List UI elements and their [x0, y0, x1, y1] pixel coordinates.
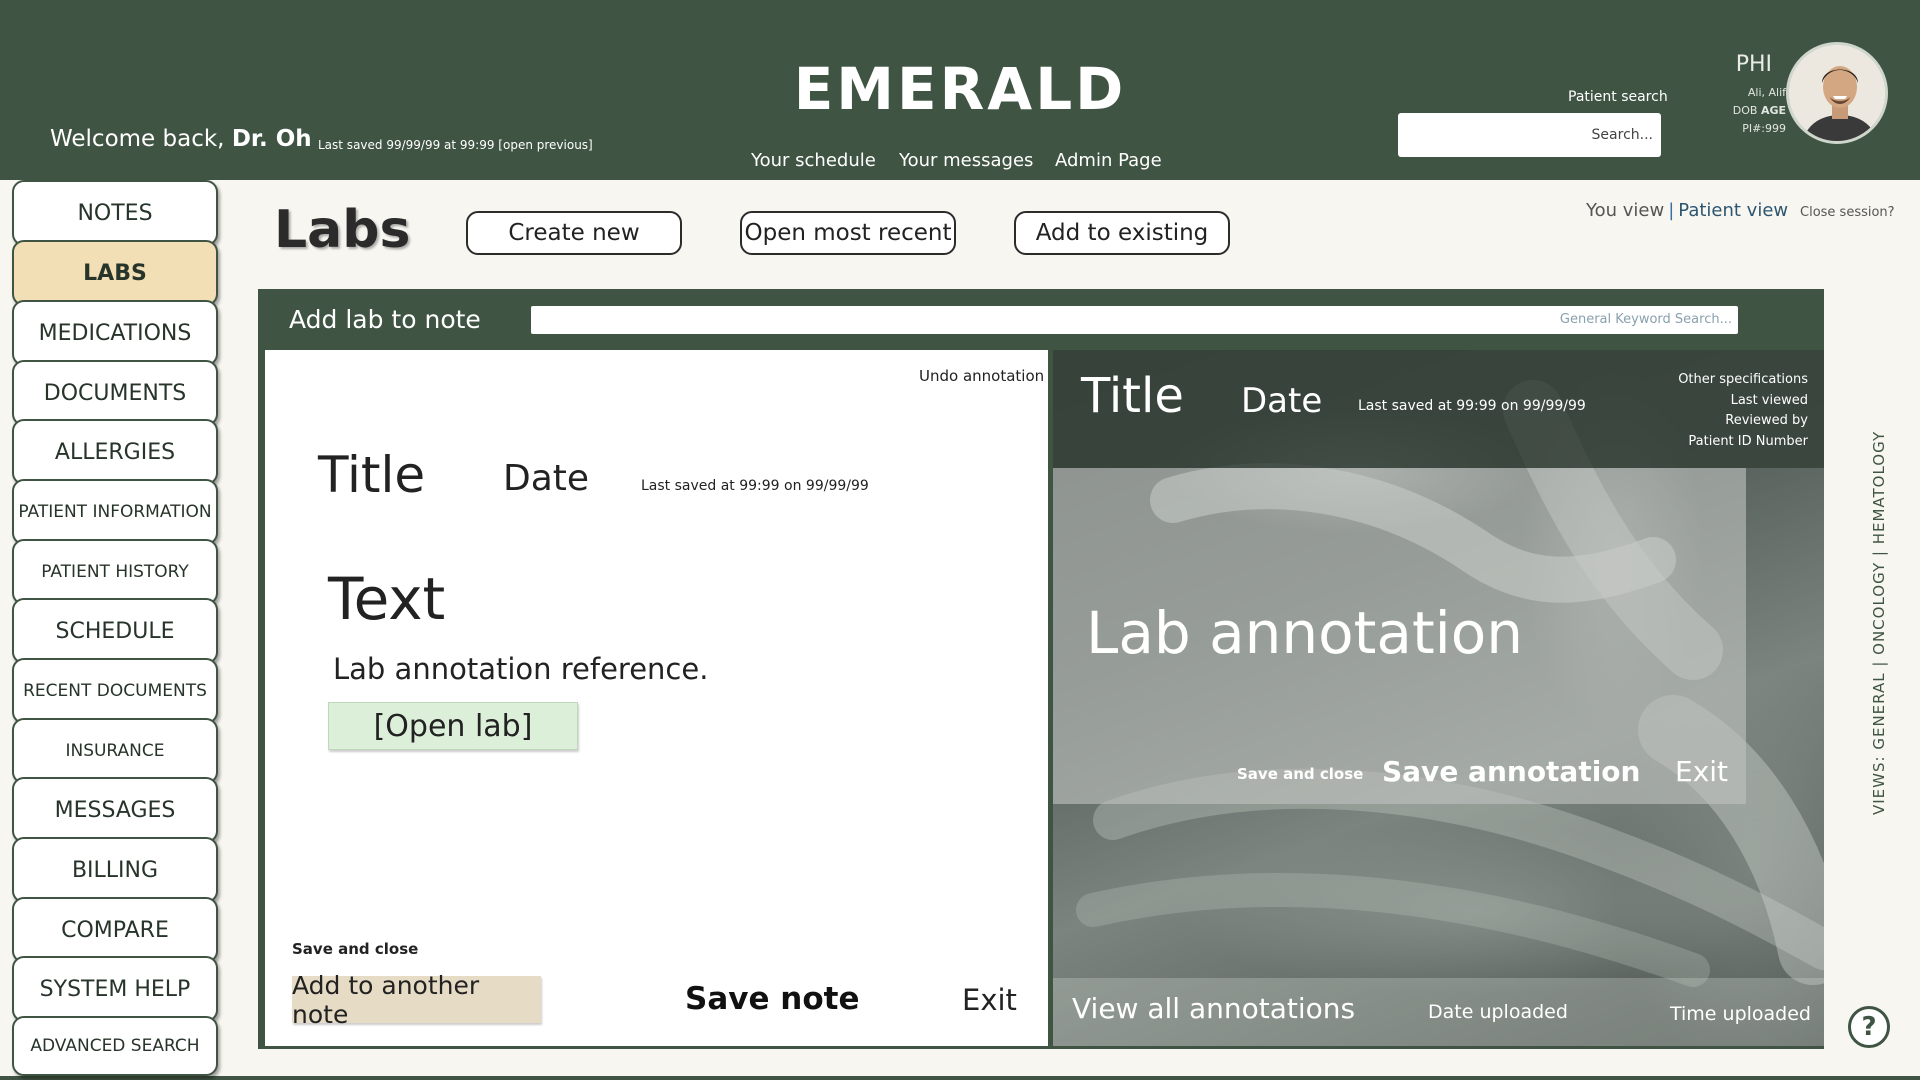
open-most-recent-button[interactable]: Open most recent — [740, 211, 956, 255]
app-header: EMERALD Welcome back, Dr. Oh Last saved … — [0, 0, 1920, 180]
annotation-exit-button[interactable]: Exit — [1675, 755, 1728, 788]
lab-annotation-text[interactable]: Lab annotation — [1086, 599, 1523, 667]
note-title[interactable]: Title — [318, 446, 425, 504]
sidebar-item-messages[interactable]: MESSAGES — [12, 777, 218, 843]
spec-patient-id: Patient ID Number — [1688, 433, 1808, 449]
sidebar-item-allergies[interactable]: ALLERGIES — [12, 419, 218, 485]
keyword-search-input[interactable]: General Keyword Search... — [531, 306, 1738, 334]
welcome-message: Welcome back, Dr. Oh — [50, 126, 312, 152]
view-all-annotations-link[interactable]: View all annotations — [1072, 992, 1355, 1025]
lab-title: Title — [1081, 368, 1184, 424]
lab-specifications: Other specifications Last viewed Reviewe… — [1600, 370, 1808, 452]
patient-search-label: Patient search — [1568, 89, 1668, 105]
help-icon[interactable]: ? — [1848, 1006, 1890, 1048]
doctor-name: Dr. Oh — [231, 126, 312, 152]
sidebar-item-medications[interactable]: MEDICATIONS — [12, 300, 218, 366]
note-last-saved: Last saved at 99:99 on 99/99/99 — [641, 478, 869, 494]
patient-avatar[interactable] — [1786, 42, 1888, 144]
note-save-and-close-button[interactable]: Save and close — [292, 940, 418, 958]
patient-dob: DOB AGE — [1732, 104, 1786, 117]
close-session-link[interactable]: Close session? — [1800, 205, 1895, 220]
page-title: Labs — [274, 200, 411, 260]
save-annotation-button[interactable]: Save annotation — [1382, 755, 1640, 788]
save-note-button[interactable]: Save note — [685, 981, 859, 1017]
note-date[interactable]: Date — [503, 458, 589, 499]
note-exit-button[interactable]: Exit — [962, 983, 1017, 1017]
lab-last-saved: Last saved at 99:99 on 99/99/99 — [1358, 398, 1586, 414]
patient-pi: PI#:999 — [1742, 122, 1786, 135]
patient-summary: Ali, Alif DOB AGE PI#:999 — [1690, 84, 1786, 138]
annotation-save-and-close-button[interactable]: Save and close — [1237, 765, 1363, 783]
you-view-link[interactable]: You view — [1586, 200, 1664, 221]
spec-reviewed-by: Reviewed by — [1725, 413, 1808, 428]
patient-view-link[interactable]: Patient view — [1678, 200, 1788, 221]
sidebar-item-patient-history[interactable]: PATIENT HISTORY — [12, 539, 218, 605]
add-to-existing-button[interactable]: Add to existing — [1014, 211, 1230, 255]
lab-annotation-reference: Lab annotation reference. — [333, 652, 709, 686]
add-to-another-note-button[interactable]: Add to another note — [292, 971, 541, 1029]
sidebar-item-schedule[interactable]: SCHEDULE — [12, 598, 218, 664]
sidebar-item-labs[interactable]: LABS — [12, 240, 218, 306]
sidebar-item-compare[interactable]: COMPARE — [12, 897, 218, 963]
views-selector[interactable]: VIEWS: GENERAL | ONCOLOGY | HEMATOLOGY — [1870, 431, 1904, 815]
time-uploaded: Time uploaded — [1670, 1003, 1811, 1025]
spec-other: Other specifications — [1678, 372, 1808, 387]
nav-admin-page[interactable]: Admin Page — [1055, 150, 1162, 171]
sidebar-item-recent-documents[interactable]: RECENT DOCUMENTS — [12, 658, 218, 724]
sidebar-item-insurance[interactable]: INSURANCE — [12, 718, 218, 784]
view-separator: | — [1668, 200, 1675, 221]
views-selector-label[interactable]: VIEWS: GENERAL | ONCOLOGY | HEMATOLOGY — [1870, 431, 1888, 815]
sidebar-item-advanced-search[interactable]: ADVANCED SEARCH — [12, 1016, 218, 1076]
patient-name: Ali, Alif — [1747, 86, 1786, 99]
sidebar-item-notes[interactable]: NOTES — [12, 180, 218, 246]
undo-annotation-button[interactable]: Undo annotation — [919, 367, 1044, 385]
nav-your-messages[interactable]: Your messages — [899, 150, 1033, 171]
spec-last-viewed: Last viewed — [1730, 392, 1808, 408]
lab-date: Date — [1241, 381, 1323, 421]
sidebar-item-documents[interactable]: DOCUMENTS — [12, 360, 218, 426]
sidebar-item-patient-information[interactable]: PATIENT INFORMATION — [12, 479, 218, 545]
sidebar-item-billing[interactable]: BILLING — [12, 837, 218, 903]
create-new-button[interactable]: Create new — [466, 211, 682, 255]
note-text[interactable]: Text — [328, 565, 445, 633]
open-lab-button[interactable]: [Open lab] — [328, 702, 578, 750]
view-toggle: You view | Patient view — [1586, 200, 1788, 221]
panel-title: Add lab to note — [289, 305, 481, 334]
sidebar-item-system-help[interactable]: SYSTEM HELP — [12, 956, 218, 1022]
nav-your-schedule[interactable]: Your schedule — [751, 150, 876, 171]
date-uploaded: Date uploaded — [1428, 1001, 1568, 1023]
last-saved-status[interactable]: Last saved 99/99/99 at 99:99 [open previ… — [318, 138, 593, 152]
avatar-person-icon — [1789, 45, 1885, 141]
patient-search-input[interactable]: Search... — [1398, 113, 1661, 157]
